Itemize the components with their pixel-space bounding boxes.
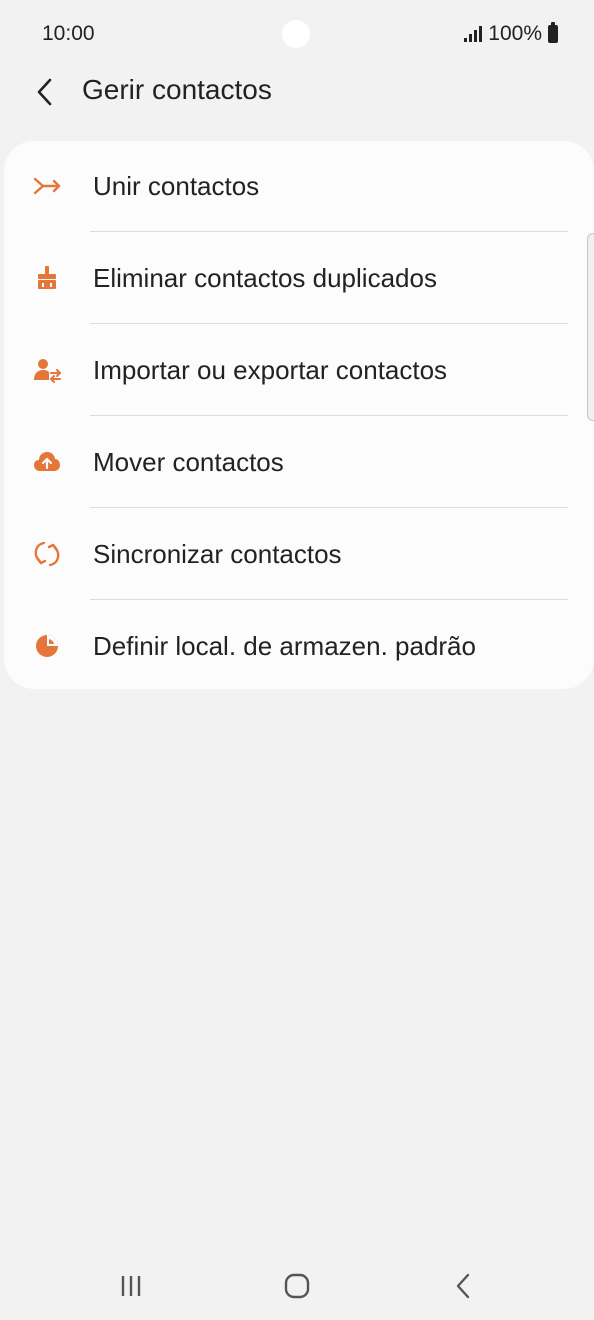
storage-pie-icon bbox=[32, 631, 62, 661]
divider bbox=[90, 231, 568, 232]
menu-item-label: Importar ou exportar contactos bbox=[93, 355, 448, 385]
divider bbox=[90, 599, 568, 600]
broom-icon bbox=[32, 263, 62, 293]
recent-apps-button[interactable] bbox=[111, 1268, 151, 1304]
navigation-bar bbox=[0, 1250, 594, 1320]
scroll-indicator[interactable] bbox=[587, 233, 594, 421]
cloud-upload-icon bbox=[32, 447, 62, 477]
signal-icon bbox=[464, 26, 483, 42]
menu-item-label: Definir local. de armazen. padrão bbox=[93, 631, 476, 661]
home-icon bbox=[284, 1273, 310, 1299]
divider bbox=[90, 323, 568, 324]
sync-icon bbox=[32, 539, 62, 569]
manage-contacts-menu: Unir contactos Eliminar contactos duplic… bbox=[4, 141, 594, 689]
menu-item-label: Eliminar contactos duplicados bbox=[93, 263, 437, 293]
recent-apps-icon bbox=[121, 1276, 141, 1296]
divider bbox=[90, 507, 568, 508]
menu-item-remove-duplicates[interactable]: Eliminar contactos duplicados bbox=[4, 233, 594, 325]
home-button[interactable] bbox=[277, 1268, 317, 1304]
phone-screen: 10:00 100% Gerir contactos Unir contacto… bbox=[0, 0, 594, 1320]
battery-icon bbox=[548, 22, 558, 43]
menu-item-move-contacts[interactable]: Mover contactos bbox=[4, 417, 594, 509]
merge-icon bbox=[32, 171, 62, 201]
menu-item-import-export[interactable]: Importar ou exportar contactos bbox=[4, 325, 594, 417]
menu-item-label: Mover contactos bbox=[93, 447, 284, 477]
status-time: 10:00 bbox=[42, 22, 95, 45]
app-header: Gerir contactos bbox=[0, 62, 594, 122]
back-button[interactable] bbox=[30, 72, 64, 112]
menu-item-label: Unir contactos bbox=[93, 171, 260, 201]
menu-item-merge-contacts[interactable]: Unir contactos bbox=[4, 141, 594, 233]
back-icon bbox=[456, 1273, 470, 1299]
nav-back-button[interactable] bbox=[443, 1268, 483, 1304]
camera-cutout bbox=[282, 20, 310, 48]
person-transfer-icon bbox=[32, 355, 62, 385]
menu-item-label: Sincronizar contactos bbox=[93, 539, 342, 569]
page-title: Gerir contactos bbox=[82, 74, 272, 105]
menu-item-sync-contacts[interactable]: Sincronizar contactos bbox=[4, 509, 594, 601]
chevron-left-icon bbox=[37, 78, 52, 106]
status-bar: 10:00 100% bbox=[0, 0, 594, 68]
divider bbox=[90, 415, 568, 416]
menu-item-default-storage[interactable]: Definir local. de armazen. padrão bbox=[4, 601, 594, 693]
battery-percentage: 100% bbox=[488, 22, 542, 45]
status-indicators: 100% bbox=[464, 22, 558, 46]
